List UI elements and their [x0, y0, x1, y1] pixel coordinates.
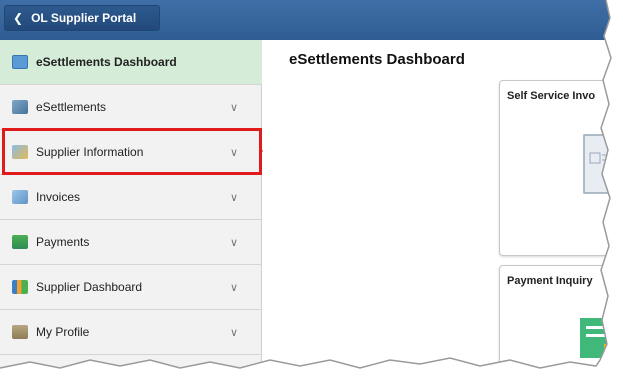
sidebar-item-label: Supplier Dashboard: [36, 280, 143, 294]
sidebar-item-label: eSettlements Dashboard: [36, 55, 177, 69]
highlight-box: [2, 128, 262, 175]
portal-header: ❮ OL Supplier Portal: [0, 0, 623, 40]
tile-title: Self Service Invo: [507, 90, 596, 102]
back-button-label: OL Supplier Portal: [31, 11, 137, 25]
sidebar-item-label: Invoices: [36, 190, 81, 204]
bar-chart-icon: [12, 280, 28, 294]
payments-icon: [12, 235, 28, 249]
sidebar-item-esettlements-dashboard[interactable]: eSettlements Dashboard: [0, 40, 262, 85]
dashboard-icon: [12, 55, 28, 69]
payment-inquiry-icon: [580, 318, 623, 372]
chevron-left-icon: ❮: [13, 11, 24, 25]
esettlements-icon: [12, 100, 28, 114]
sidebar-item-esettlements[interactable]: eSettlements ∨: [0, 85, 262, 130]
chevron-down-icon[interactable]: ∨: [226, 191, 242, 204]
back-to-portal-button[interactable]: ❮ OL Supplier Portal: [4, 5, 160, 31]
chevron-down-icon[interactable]: ∨: [226, 101, 242, 114]
chevron-down-icon[interactable]: ∨: [226, 236, 242, 249]
page-title: eSettlements Dashboard: [289, 51, 465, 68]
invoices-icon: [12, 190, 28, 204]
chevron-down-icon[interactable]: ∨: [226, 281, 242, 294]
tile-title: Payment Inquiry: [507, 275, 593, 287]
sidebar-item-label: My Profile: [36, 325, 90, 339]
tile-self-service-invoice[interactable]: Self Service Invo: [499, 80, 623, 256]
sidebar-nav: eSettlements Dashboard eSettlements ∨ Su…: [0, 40, 262, 380]
sidebar-item-invoices[interactable]: Invoices ∨: [0, 175, 262, 220]
main-content: eSettlements Dashboard Self Service Invo…: [263, 40, 623, 380]
sidebar-item-label: Payments: [36, 235, 90, 249]
sidebar-item-payments[interactable]: Payments ∨: [0, 220, 262, 265]
chevron-down-icon[interactable]: ∨: [226, 326, 242, 339]
tile-payment-inquiry[interactable]: Payment Inquiry: [499, 265, 623, 380]
sidebar-item-label: eSettlements: [36, 100, 107, 114]
sidebar-item-my-profile[interactable]: My Profile ∨: [0, 310, 262, 355]
invoice-document-icon: [583, 134, 623, 194]
folder-icon: [12, 325, 28, 339]
sidebar-item-supplier-dashboard[interactable]: Supplier Dashboard ∨: [0, 265, 262, 310]
